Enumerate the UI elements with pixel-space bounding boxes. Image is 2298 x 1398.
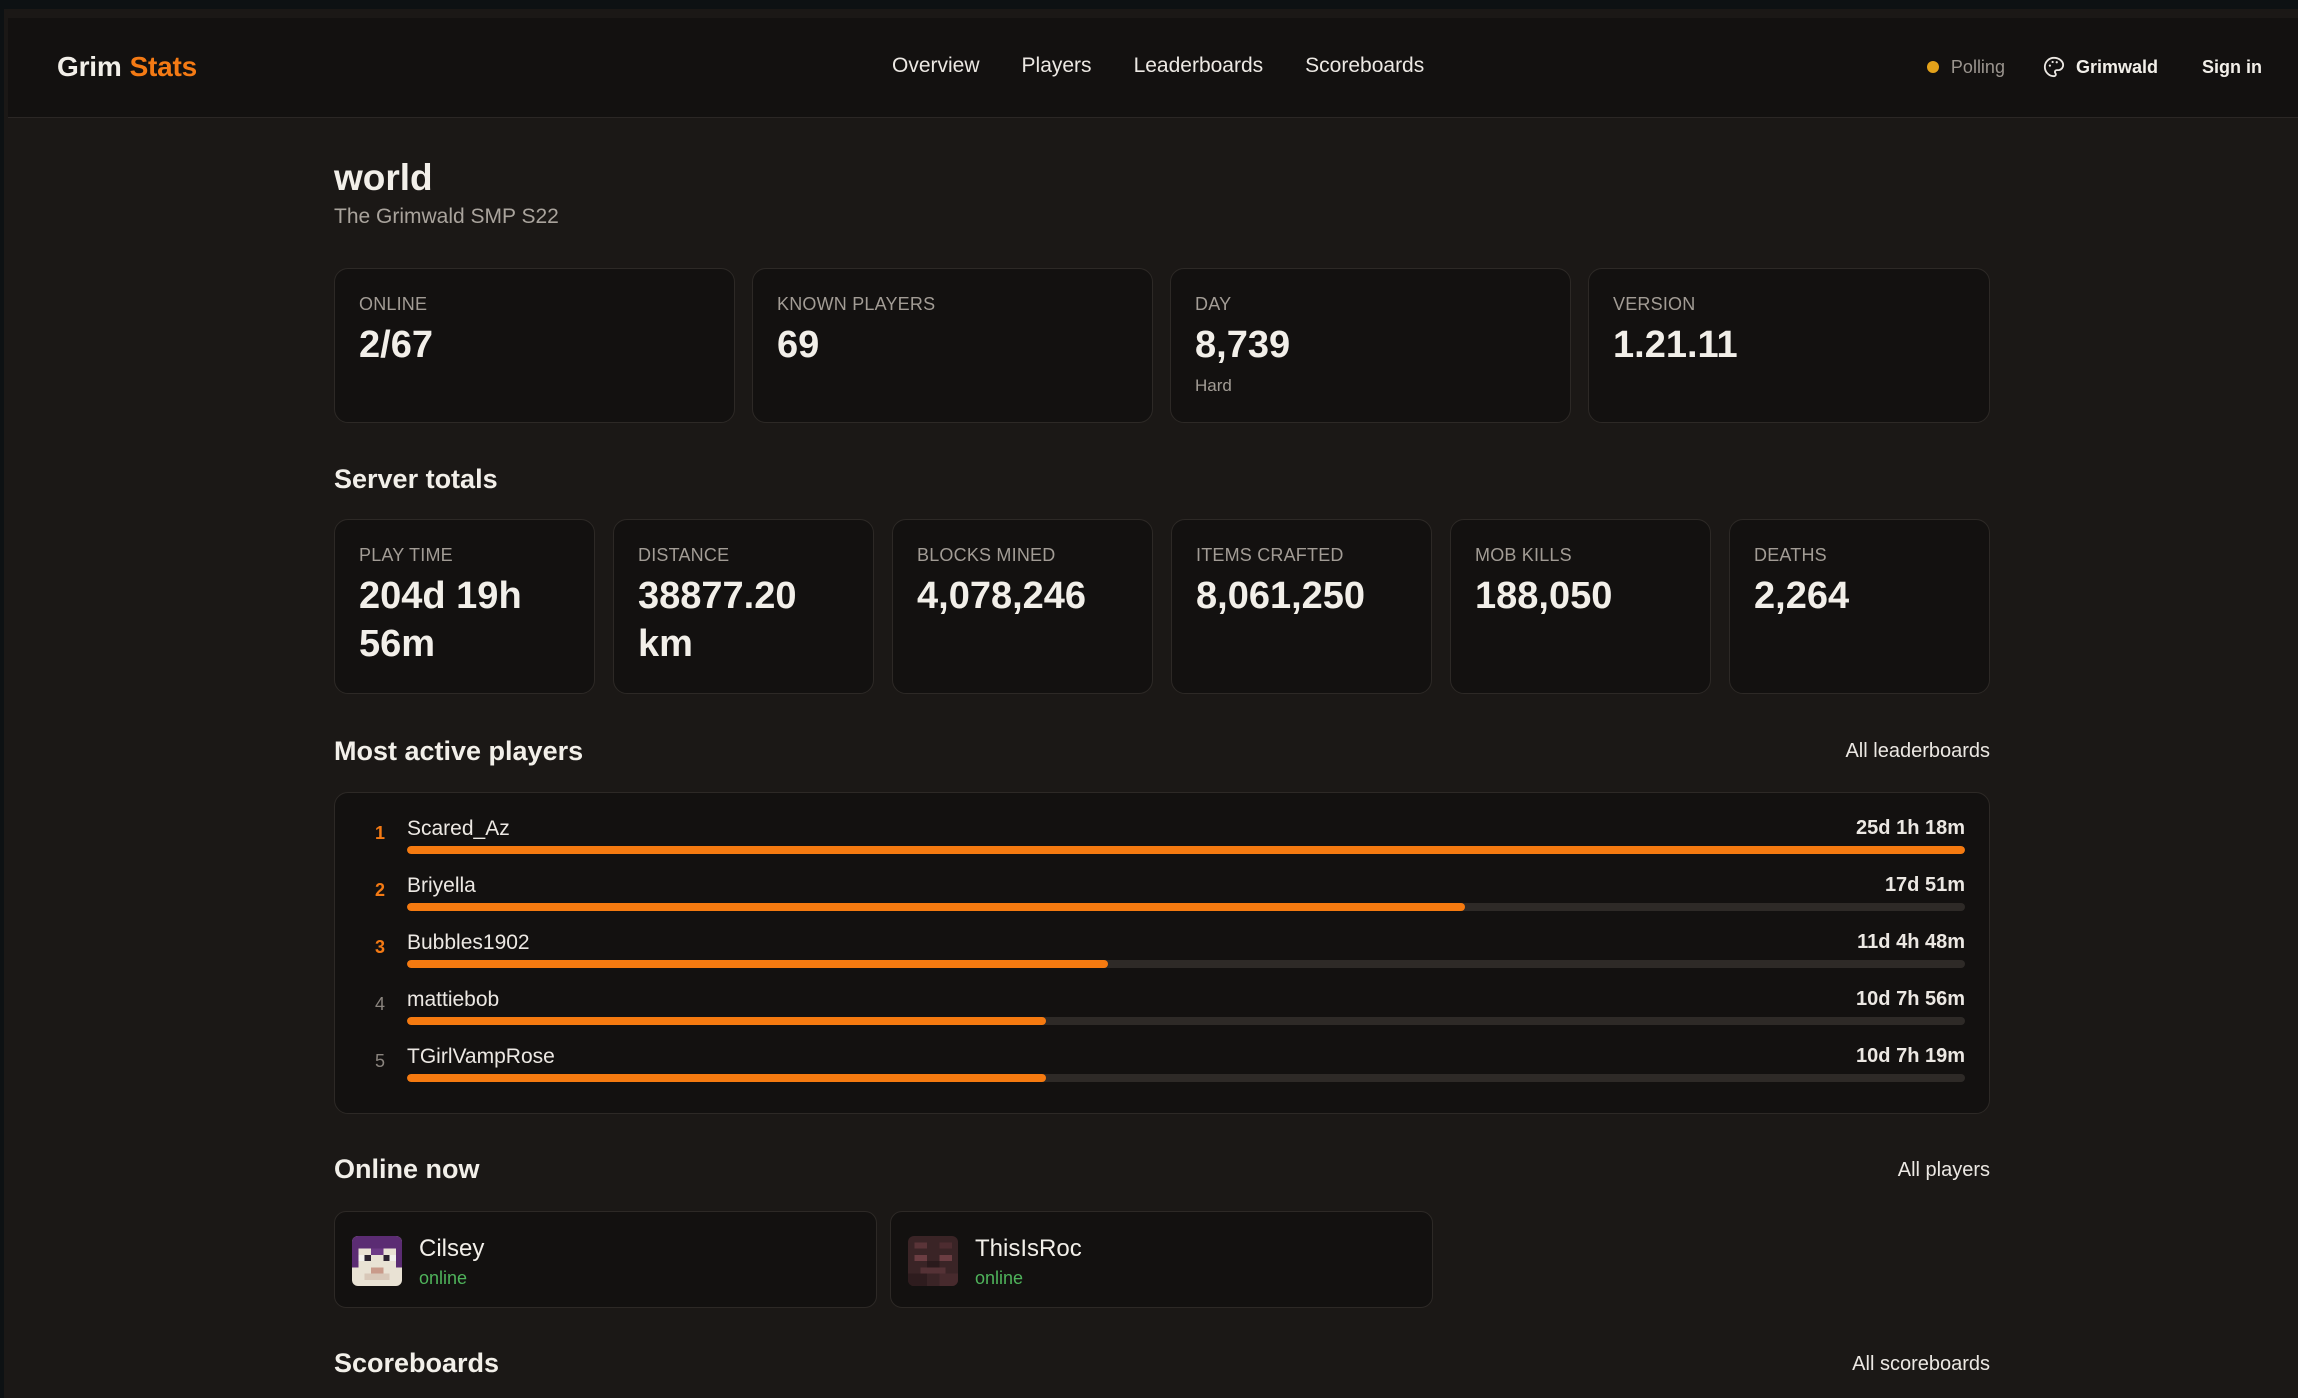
server-totals-heading: Server totals	[334, 464, 498, 494]
stat-card-known-players: KNOWN PLAYERS 69	[752, 268, 1153, 423]
brand-name-part2: Stats	[129, 51, 198, 82]
total-value: 4,078,246	[917, 575, 1087, 617]
page-title: world	[334, 157, 433, 198]
stat-label: DAY	[1195, 294, 1232, 314]
play-time-value: 10d 7h 19m	[1856, 1045, 1965, 1067]
total-label: PLAY TIME	[359, 545, 453, 565]
stat-card-version: VERSION 1.21.11	[1588, 268, 1990, 423]
stat-label: KNOWN PLAYERS	[777, 294, 936, 314]
online-now-heading: Online now	[334, 1154, 480, 1184]
page-subtitle: The Grimwald SMP S22	[334, 205, 559, 228]
play-time-value: 11d 4h 48m	[1857, 931, 1965, 953]
player-name: Bubbles1902	[407, 931, 530, 954]
stat-label: ONLINE	[359, 294, 428, 314]
play-time-value: 10d 7h 56m	[1856, 988, 1965, 1010]
most-active-heading: Most active players	[334, 736, 584, 766]
player-name: Cilsey	[419, 1235, 485, 1262]
total-card-blocks-mined: BLOCKS MINED 4,078,246	[892, 519, 1153, 694]
all-scoreboards-link[interactable]: All scoreboards	[1852, 1353, 1990, 1376]
total-value: 2,264	[1754, 575, 1850, 617]
total-label: DISTANCE	[638, 545, 730, 565]
progress-fill	[407, 1074, 1046, 1082]
all-players-link[interactable]: All players	[1898, 1159, 1990, 1182]
leaderboard-row[interactable]: 2 Briyella 17d 51m	[335, 858, 1989, 915]
progress-track	[407, 960, 1965, 968]
stat-value: 2/67	[359, 324, 433, 366]
progress-track	[407, 846, 1965, 854]
stat-card-day: DAY 8,739 Hard	[1170, 268, 1571, 423]
nav-leaderboards[interactable]: Leaderboards	[1134, 54, 1264, 78]
progress-fill	[407, 903, 1465, 911]
total-card-distance: DISTANCE 38877.20 km	[613, 519, 874, 694]
polling-label: Polling	[1950, 56, 2005, 77]
total-card-mob-kills: MOB KILLS 188,050	[1450, 519, 1711, 694]
total-label: BLOCKS MINED	[917, 545, 1056, 565]
progress-fill	[407, 960, 1109, 968]
rank-number: 2	[375, 880, 386, 900]
app-frame: Grim Stats Overview Players Leaderboards …	[0, 0, 2298, 1398]
header-status-area: Polling Grimwald Sign in	[1926, 56, 2262, 78]
total-card-items-crafted: ITEMS CRAFTED 8,061,250	[1171, 519, 1432, 694]
brand-name-part1: Grim	[57, 51, 122, 82]
sign-in-button[interactable]: Sign in	[2202, 57, 2262, 78]
total-value: 188,050	[1475, 575, 1613, 617]
player-avatar	[352, 1236, 402, 1286]
online-status: online	[419, 1268, 468, 1288]
total-value: 8,061,250	[1196, 575, 1366, 617]
player-avatar	[908, 1236, 958, 1286]
total-label: ITEMS CRAFTED	[1196, 545, 1344, 565]
player-name: TGirlVampRose	[407, 1045, 555, 1068]
total-card-deaths: DEATHS 2,264	[1729, 519, 1990, 694]
total-label: MOB KILLS	[1475, 545, 1572, 565]
scoreboards-heading: Scoreboards	[334, 1348, 500, 1378]
total-label: DEATHS	[1754, 545, 1827, 565]
polling-indicator-icon	[1926, 61, 1939, 73]
player-name: mattiebob	[407, 988, 500, 1011]
player-name: Scared_Az	[407, 817, 510, 840]
stat-value: 1.21.11	[1613, 324, 1738, 366]
nav-scoreboards[interactable]: Scoreboards	[1305, 54, 1424, 78]
leaderboard-row[interactable]: 3 Bubbles1902 11d 4h 48m	[335, 915, 1989, 972]
brand-logo[interactable]: Grim Stats	[57, 51, 197, 83]
player-name: Briyella	[407, 874, 476, 897]
stat-value: 8,739	[1195, 324, 1291, 366]
leaderboard-row[interactable]: 1 Scared_Az 25d 1h 18m	[335, 801, 1989, 858]
progress-track	[407, 903, 1965, 911]
most-active-panel: 1 Scared_Az 25d 1h 18m 2 Briyella 17d 51…	[334, 792, 1990, 1114]
rank-number: 3	[375, 937, 386, 957]
progress-track	[407, 1017, 1965, 1025]
server-selector[interactable]: Grimwald	[2076, 57, 2158, 78]
play-time-value: 17d 51m	[1884, 874, 1965, 896]
total-card-play-time: PLAY TIME 204d 19h 56m	[334, 519, 595, 694]
online-player-card[interactable]: Cilsey online	[334, 1211, 877, 1308]
rank-number: 4	[375, 994, 386, 1014]
nav-overview[interactable]: Overview	[892, 54, 980, 78]
progress-track	[407, 1074, 1965, 1082]
total-value: 204d 19h 56m	[359, 575, 522, 665]
nav-players[interactable]: Players	[1022, 54, 1092, 78]
palette-icon[interactable]	[2043, 56, 2065, 78]
top-navigation-bar: Grim Stats Overview Players Leaderboards …	[8, 18, 2298, 118]
stat-card-online: ONLINE 2/67	[334, 268, 735, 423]
rank-number: 5	[375, 1051, 386, 1071]
stat-value: 69	[777, 324, 820, 366]
progress-fill	[407, 1017, 1046, 1025]
player-name: ThisIsRoc	[975, 1235, 1082, 1262]
main-nav: Overview Players Leaderboards Scoreboard…	[892, 54, 1466, 78]
all-leaderboards-link[interactable]: All leaderboards	[1845, 740, 1990, 763]
online-status: online	[975, 1268, 1024, 1288]
leaderboard-row[interactable]: 5 TGirlVampRose 10d 7h 19m	[335, 1029, 1989, 1086]
play-time-value: 25d 1h 18m	[1856, 817, 1965, 839]
leaderboard-row[interactable]: 4 mattiebob 10d 7h 56m	[335, 972, 1989, 1029]
total-value: 38877.20 km	[638, 575, 797, 665]
difficulty-label: Hard	[1195, 376, 1232, 395]
stat-label: VERSION	[1613, 294, 1696, 314]
online-player-card[interactable]: ThisIsRoc online	[890, 1211, 1433, 1308]
rank-number: 1	[375, 823, 386, 843]
progress-fill	[407, 846, 1965, 854]
